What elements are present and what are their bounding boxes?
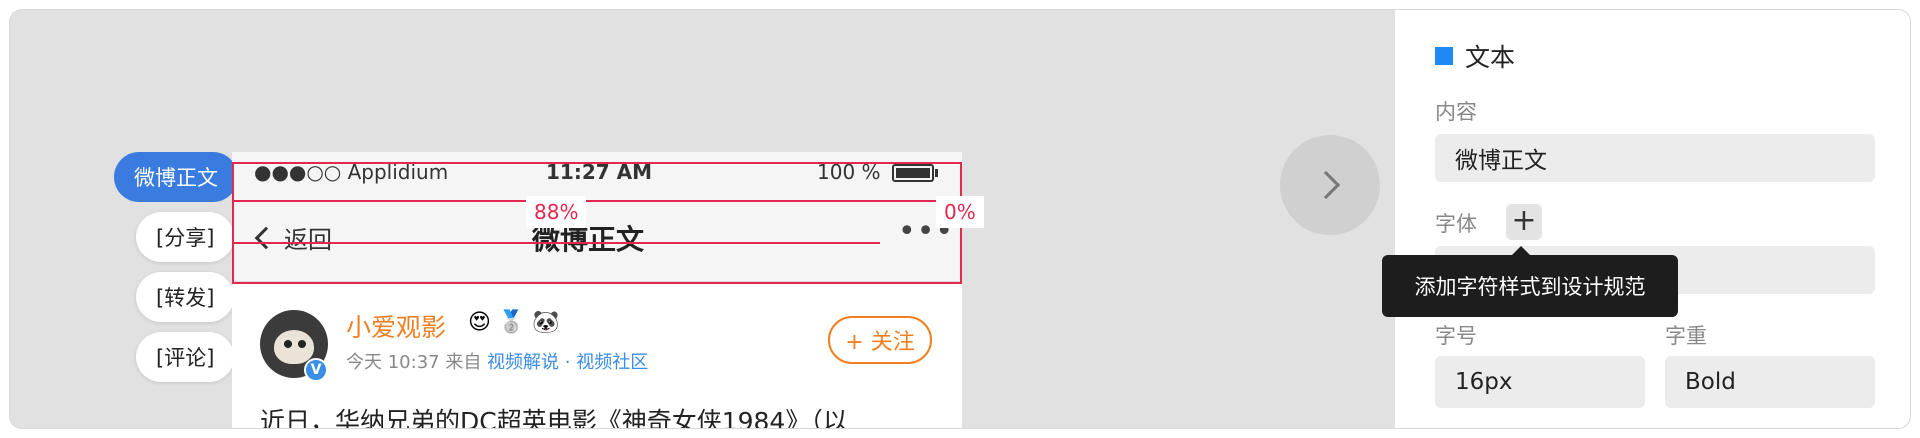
layer-tag-repost[interactable]: [转发]: [136, 272, 235, 322]
inspector-panel: 文本 内容 微博正文 字体 + PingFang SC 字号 16px 字重 B…: [1395, 10, 1910, 428]
follow-button[interactable]: + 关注: [828, 316, 932, 364]
font-label: 字体: [1435, 212, 1477, 236]
avatar-face: [274, 330, 314, 364]
add-style-button[interactable]: +: [1506, 204, 1542, 240]
measure-line: [232, 242, 880, 244]
content-field[interactable]: 微博正文: [1435, 134, 1875, 182]
layer-tag-comment[interactable]: [评论]: [136, 332, 235, 382]
design-canvas[interactable]: 微博正文 [分享] [转发] [评论] ●●●○○ Applidium 11:2…: [10, 10, 1395, 428]
next-button[interactable]: [1280, 135, 1380, 235]
section-title: 文本: [1435, 38, 1515, 74]
post-meta: 今天 10:37 来自 视频解说 · 视频社区: [346, 348, 648, 374]
measure-left-percent: 88%: [526, 196, 587, 228]
avatar-eye: [298, 340, 306, 348]
selection-guide: [232, 200, 962, 202]
selection-box: [232, 162, 962, 284]
post-source-link[interactable]: 视频解说 · 视频社区: [487, 352, 648, 373]
layer-tag-share[interactable]: [分享]: [136, 212, 235, 262]
add-style-tooltip: 添加字符样式到设计规范: [1382, 246, 1678, 317]
font-weight-field[interactable]: Bold: [1665, 356, 1875, 408]
post-time: 今天 10:37 来自: [346, 352, 488, 373]
layer-tag-weibo-body[interactable]: 微博正文: [114, 152, 238, 202]
font-weight-label: 字重: [1665, 324, 1707, 348]
user-badges-icon: 😍 🥈 🐼: [468, 310, 560, 335]
post-content: 近日，华纳兄弟的DC超英电影《神奇女侠1984》（以: [260, 407, 848, 428]
app-window: 微博正文 [分享] [转发] [评论] ●●●○○ Applidium 11:2…: [10, 10, 1910, 428]
section-title-label: 文本: [1465, 43, 1516, 72]
text-layer-icon: [1435, 47, 1453, 65]
measure-right-percent: 0%: [936, 196, 984, 228]
chevron-right-icon: [1311, 170, 1341, 200]
content-label: 内容: [1435, 100, 1477, 124]
username[interactable]: 小爱观影: [346, 308, 446, 344]
weibo-post: V 小爱观影 😍 🥈 🐼 今天 10:37 来自 视频解说 · 视频社区 + 关…: [232, 282, 962, 428]
font-size-field[interactable]: 16px: [1435, 356, 1645, 408]
avatar-eye: [284, 340, 292, 348]
verified-icon: V: [304, 358, 328, 382]
font-size-label: 字号: [1435, 324, 1477, 348]
